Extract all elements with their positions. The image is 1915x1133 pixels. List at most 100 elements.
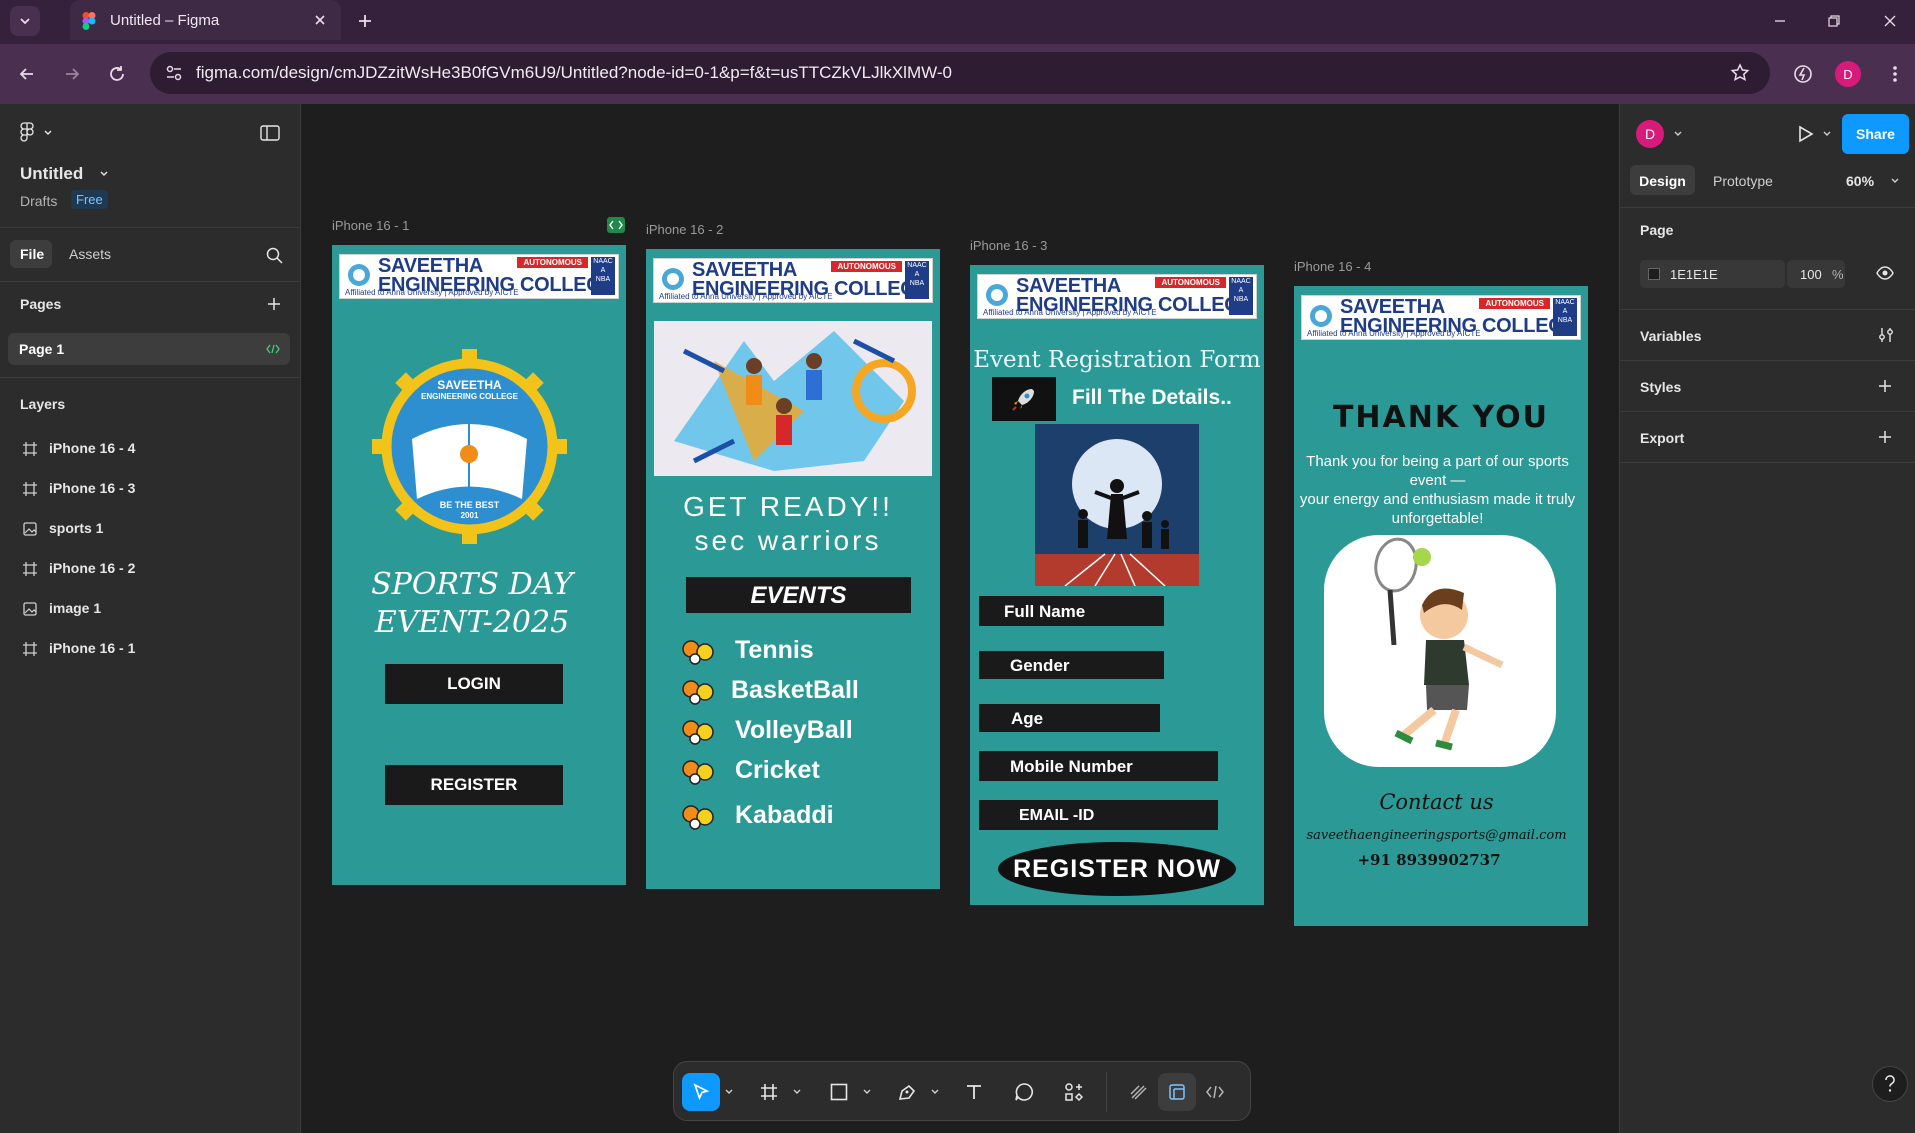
page-opacity-field[interactable]: 100 %	[1787, 260, 1845, 288]
layer-row[interactable]: iPhone 16 - 1	[0, 631, 300, 667]
pen-tool[interactable]	[888, 1073, 926, 1111]
frame-label[interactable]: iPhone 16 - 4	[1294, 259, 1371, 274]
file-name[interactable]: Untitled	[20, 164, 83, 184]
full-name-field[interactable]: Full Name	[979, 596, 1164, 626]
frame-label[interactable]: iPhone 16 - 2	[646, 222, 723, 237]
text-icon	[967, 1085, 981, 1099]
layer-row[interactable]: sports 1	[0, 511, 300, 547]
chevron-down-icon[interactable]	[1823, 131, 1831, 137]
present-play-icon[interactable]	[1796, 125, 1814, 143]
back-button[interactable]	[12, 59, 42, 89]
frame-iphone-16-3[interactable]: SAVEETHA ENGINEERING COLLEGE Affiliated t…	[970, 265, 1264, 905]
frame-iphone-16-2[interactable]: SAVEETHA ENGINEERING COLLEGE Affiliated t…	[646, 249, 940, 889]
help-button[interactable]	[1872, 1066, 1908, 1102]
draw-mode-tool[interactable]	[1120, 1073, 1158, 1111]
layer-row[interactable]: iPhone 16 - 2	[0, 551, 300, 587]
layer-row[interactable]: iPhone 16 - 3	[0, 471, 300, 507]
chevron-down-icon[interactable]	[1891, 178, 1899, 184]
arrow-right-icon	[66, 68, 80, 80]
restore-window-button[interactable]	[1814, 6, 1854, 36]
sports-balls-icon	[682, 760, 714, 785]
color-swatch[interactable]	[1648, 268, 1660, 280]
site-settings-icon[interactable]	[165, 64, 183, 82]
tab-design[interactable]: Design	[1630, 165, 1695, 195]
minimize-window-button[interactable]	[1760, 6, 1800, 36]
tab-file[interactable]: File	[10, 240, 52, 268]
add-page-icon[interactable]	[266, 296, 282, 312]
tab-prototype[interactable]: Prototype	[1713, 173, 1773, 189]
register-button[interactable]: REGISTER	[385, 765, 563, 805]
browser-tab[interactable]: Untitled – Figma	[70, 0, 341, 40]
page-color-field[interactable]: 1E1E1E	[1640, 260, 1785, 288]
extension-icon	[1794, 65, 1812, 83]
new-tab-button[interactable]	[350, 6, 380, 36]
frame-label[interactable]: iPhone 16 - 3	[970, 238, 1047, 253]
fill-details: Fill The Details..	[1072, 386, 1232, 409]
page-item-label: Page 1	[19, 341, 65, 357]
add-export-icon[interactable]	[1877, 429, 1893, 445]
move-tool[interactable]	[682, 1073, 720, 1111]
frame-iphone-16-4[interactable]: SAVEETHA ENGINEERING COLLEGE Affiliated t…	[1294, 286, 1588, 926]
close-window-button[interactable]	[1870, 6, 1910, 36]
frame-icon	[23, 562, 37, 576]
bookmark-star-icon[interactable]	[1730, 63, 1750, 83]
form-title: Event Registration Form	[973, 347, 1261, 373]
variables-heading[interactable]: Variables	[1640, 328, 1702, 344]
zoom-level[interactable]: 60%	[1846, 173, 1874, 189]
chevron-down-icon[interactable]	[1674, 131, 1682, 137]
gender-field[interactable]: Gender	[979, 651, 1164, 679]
college-emblem-icon	[662, 268, 684, 290]
extensions-button[interactable]	[1788, 59, 1818, 89]
mobile-number-field[interactable]: Mobile Number	[979, 751, 1218, 781]
add-style-icon[interactable]	[1877, 378, 1893, 394]
code-icon	[609, 220, 623, 230]
design-mode-tool[interactable]	[1158, 1073, 1196, 1111]
divider	[0, 227, 300, 228]
rectangle-tool[interactable]	[820, 1073, 858, 1111]
tennis-player-illustration	[1324, 535, 1556, 767]
dev-ready-badge[interactable]	[607, 217, 625, 233]
page-color-value[interactable]: 1E1E1E	[1670, 267, 1718, 282]
email-field[interactable]: EMAIL -ID	[979, 800, 1218, 830]
chevron-down-icon[interactable]	[931, 1089, 939, 1095]
text-tool[interactable]	[955, 1073, 993, 1111]
chevron-down-icon[interactable]	[100, 171, 108, 177]
profile-initial: D	[1843, 66, 1853, 82]
visibility-eye-icon[interactable]	[1876, 266, 1894, 280]
chevron-down-icon[interactable]	[725, 1089, 733, 1095]
frame-label[interactable]: iPhone 16 - 1	[332, 218, 409, 233]
close-tab-icon[interactable]	[313, 13, 327, 27]
omnibox[interactable]: figma.com/design/cmJDZzitWsHe3B0fGVm6U9/…	[150, 52, 1770, 94]
autonomous-badge: AUTONOMOUS	[517, 257, 588, 268]
page-item-page-1[interactable]: Page 1	[8, 333, 290, 365]
chevron-down-icon[interactable]	[793, 1089, 801, 1095]
register-now-button[interactable]: REGISTER NOW	[998, 842, 1236, 896]
reload-button[interactable]	[102, 59, 132, 89]
search-icon[interactable]	[266, 247, 283, 264]
main-menu-button[interactable]	[20, 122, 56, 146]
actions-tool[interactable]	[1055, 1073, 1093, 1111]
frame-iphone-16-1[interactable]: SAVEETHA ENGINEERING COLLEGE Affiliated t…	[332, 245, 626, 885]
frame-tool[interactable]	[750, 1073, 788, 1111]
toggle-sidebar-icon[interactable]	[260, 125, 280, 141]
dev-mode-tool[interactable]	[1196, 1073, 1234, 1111]
login-button[interactable]: LOGIN	[385, 664, 563, 704]
variables-settings-icon[interactable]	[1877, 326, 1895, 344]
user-avatar[interactable]: D	[1636, 120, 1664, 148]
share-button[interactable]: Share	[1842, 114, 1909, 154]
design-canvas[interactable]: iPhone 16 - 1 SAVEETHA ENGINEERING COLLEG…	[301, 104, 1619, 1133]
tab-assets[interactable]: Assets	[69, 246, 111, 262]
thank-you-heading: THANK YOU	[1332, 400, 1550, 435]
tab-search-button[interactable]	[10, 6, 40, 36]
comment-tool[interactable]	[1005, 1073, 1043, 1111]
url-text[interactable]: figma.com/design/cmJDZzitWsHe3B0fGVm6U9/…	[196, 63, 952, 83]
layer-row[interactable]: iPhone 16 - 4	[0, 431, 300, 467]
layer-row[interactable]: image 1	[0, 591, 300, 627]
profile-avatar[interactable]: D	[1835, 61, 1861, 87]
chevron-down-icon[interactable]	[863, 1089, 871, 1095]
browser-menu-button[interactable]	[1880, 59, 1910, 89]
drafts-link[interactable]: Drafts	[20, 193, 57, 209]
forward-button[interactable]	[57, 59, 87, 89]
age-field[interactable]: Age	[979, 704, 1160, 732]
page-opacity-value[interactable]: 100	[1800, 267, 1822, 282]
